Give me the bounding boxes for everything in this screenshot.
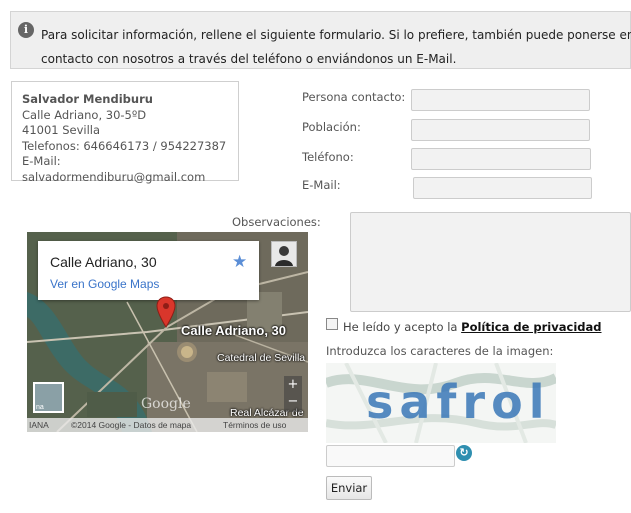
google-logo: Google xyxy=(141,396,191,412)
zoom-out-button[interactable]: − xyxy=(284,393,302,410)
info-line-2: contacto con nosotros a través del teléf… xyxy=(41,52,457,66)
privacy-checkbox[interactable] xyxy=(326,318,338,330)
info-banner: i Para solicitar información, rellene el… xyxy=(10,11,631,69)
contact-label: Persona contacto: xyxy=(302,90,406,104)
map-zoom-control[interactable]: + − xyxy=(284,376,302,412)
address-city: 41001 Sevilla xyxy=(22,123,101,137)
captcha-label: Introduzca los caracteres de la imagen: xyxy=(326,344,554,358)
avatar[interactable] xyxy=(271,241,297,267)
contact-input[interactable] xyxy=(411,89,590,111)
map-terms-link[interactable]: Términos de uso xyxy=(223,418,286,432)
email-label: E-Mail: xyxy=(302,178,341,192)
address-phones: Telefonos: 646646173 / 954227387 xyxy=(22,138,227,153)
map-marker-icon[interactable] xyxy=(156,296,176,328)
address-box: Salvador Mendiburu Calle Adriano, 30-5ºD… xyxy=(11,81,239,184)
captcha-image: safrol xyxy=(326,363,556,443)
zoom-in-button[interactable]: + xyxy=(284,376,302,393)
map-info-card: Calle Adriano, 30 Ver en Google Maps ★ xyxy=(38,241,259,300)
map-footer-left: IANA xyxy=(29,420,49,430)
map-landmark-label: Catedral de Sevilla xyxy=(217,352,306,364)
captcha-input[interactable] xyxy=(326,445,455,467)
observations-label: Observaciones: xyxy=(232,215,321,229)
submit-button[interactable]: Enviar xyxy=(326,476,372,500)
map-copyright: ©2014 Google - Datos de mapa xyxy=(71,420,192,430)
map-card-title: Calle Adriano, 30 xyxy=(50,254,157,270)
address-email: E-Mail: salvadormendiburu@gmail.com xyxy=(22,154,206,184)
avatar-image xyxy=(272,242,296,266)
captcha-text: safrol xyxy=(366,375,551,429)
privacy-prefix: He leído y acepto la xyxy=(343,320,458,334)
privacy-text: He leído y acepto la Política de privaci… xyxy=(343,320,602,334)
privacy-policy-link[interactable]: Política de privacidad xyxy=(461,320,601,334)
view-in-google-maps-link[interactable]: Ver en Google Maps xyxy=(50,277,159,291)
map-marker-label: Calle Adriano, 30 xyxy=(181,323,286,338)
address-name: Salvador Mendiburu xyxy=(22,92,153,106)
star-icon[interactable]: ★ xyxy=(232,252,247,272)
city-label: Población: xyxy=(302,120,361,134)
phone-input[interactable] xyxy=(411,148,591,170)
map-embed[interactable]: Calle Adriano, 30 Ver en Google Maps ★ C… xyxy=(27,232,308,432)
email-input[interactable] xyxy=(413,177,592,199)
info-icon: i xyxy=(18,22,34,38)
phone-label: Teléfono: xyxy=(302,150,354,164)
observations-textarea[interactable] xyxy=(350,212,631,312)
refresh-icon[interactable]: ↻ xyxy=(456,445,472,461)
map-footer: IANA ©2014 Google - Datos de mapa Términ… xyxy=(27,418,308,432)
info-line-1: Para solicitar información, rellene el s… xyxy=(41,28,631,42)
city-input[interactable] xyxy=(411,119,590,141)
info-text: Para solicitar información, rellene el s… xyxy=(41,23,631,71)
map-layer-caption: na xyxy=(36,404,44,411)
map-layer-toggle[interactable]: na xyxy=(33,382,64,413)
address-street: Calle Adriano, 30-5ºD xyxy=(22,107,147,122)
